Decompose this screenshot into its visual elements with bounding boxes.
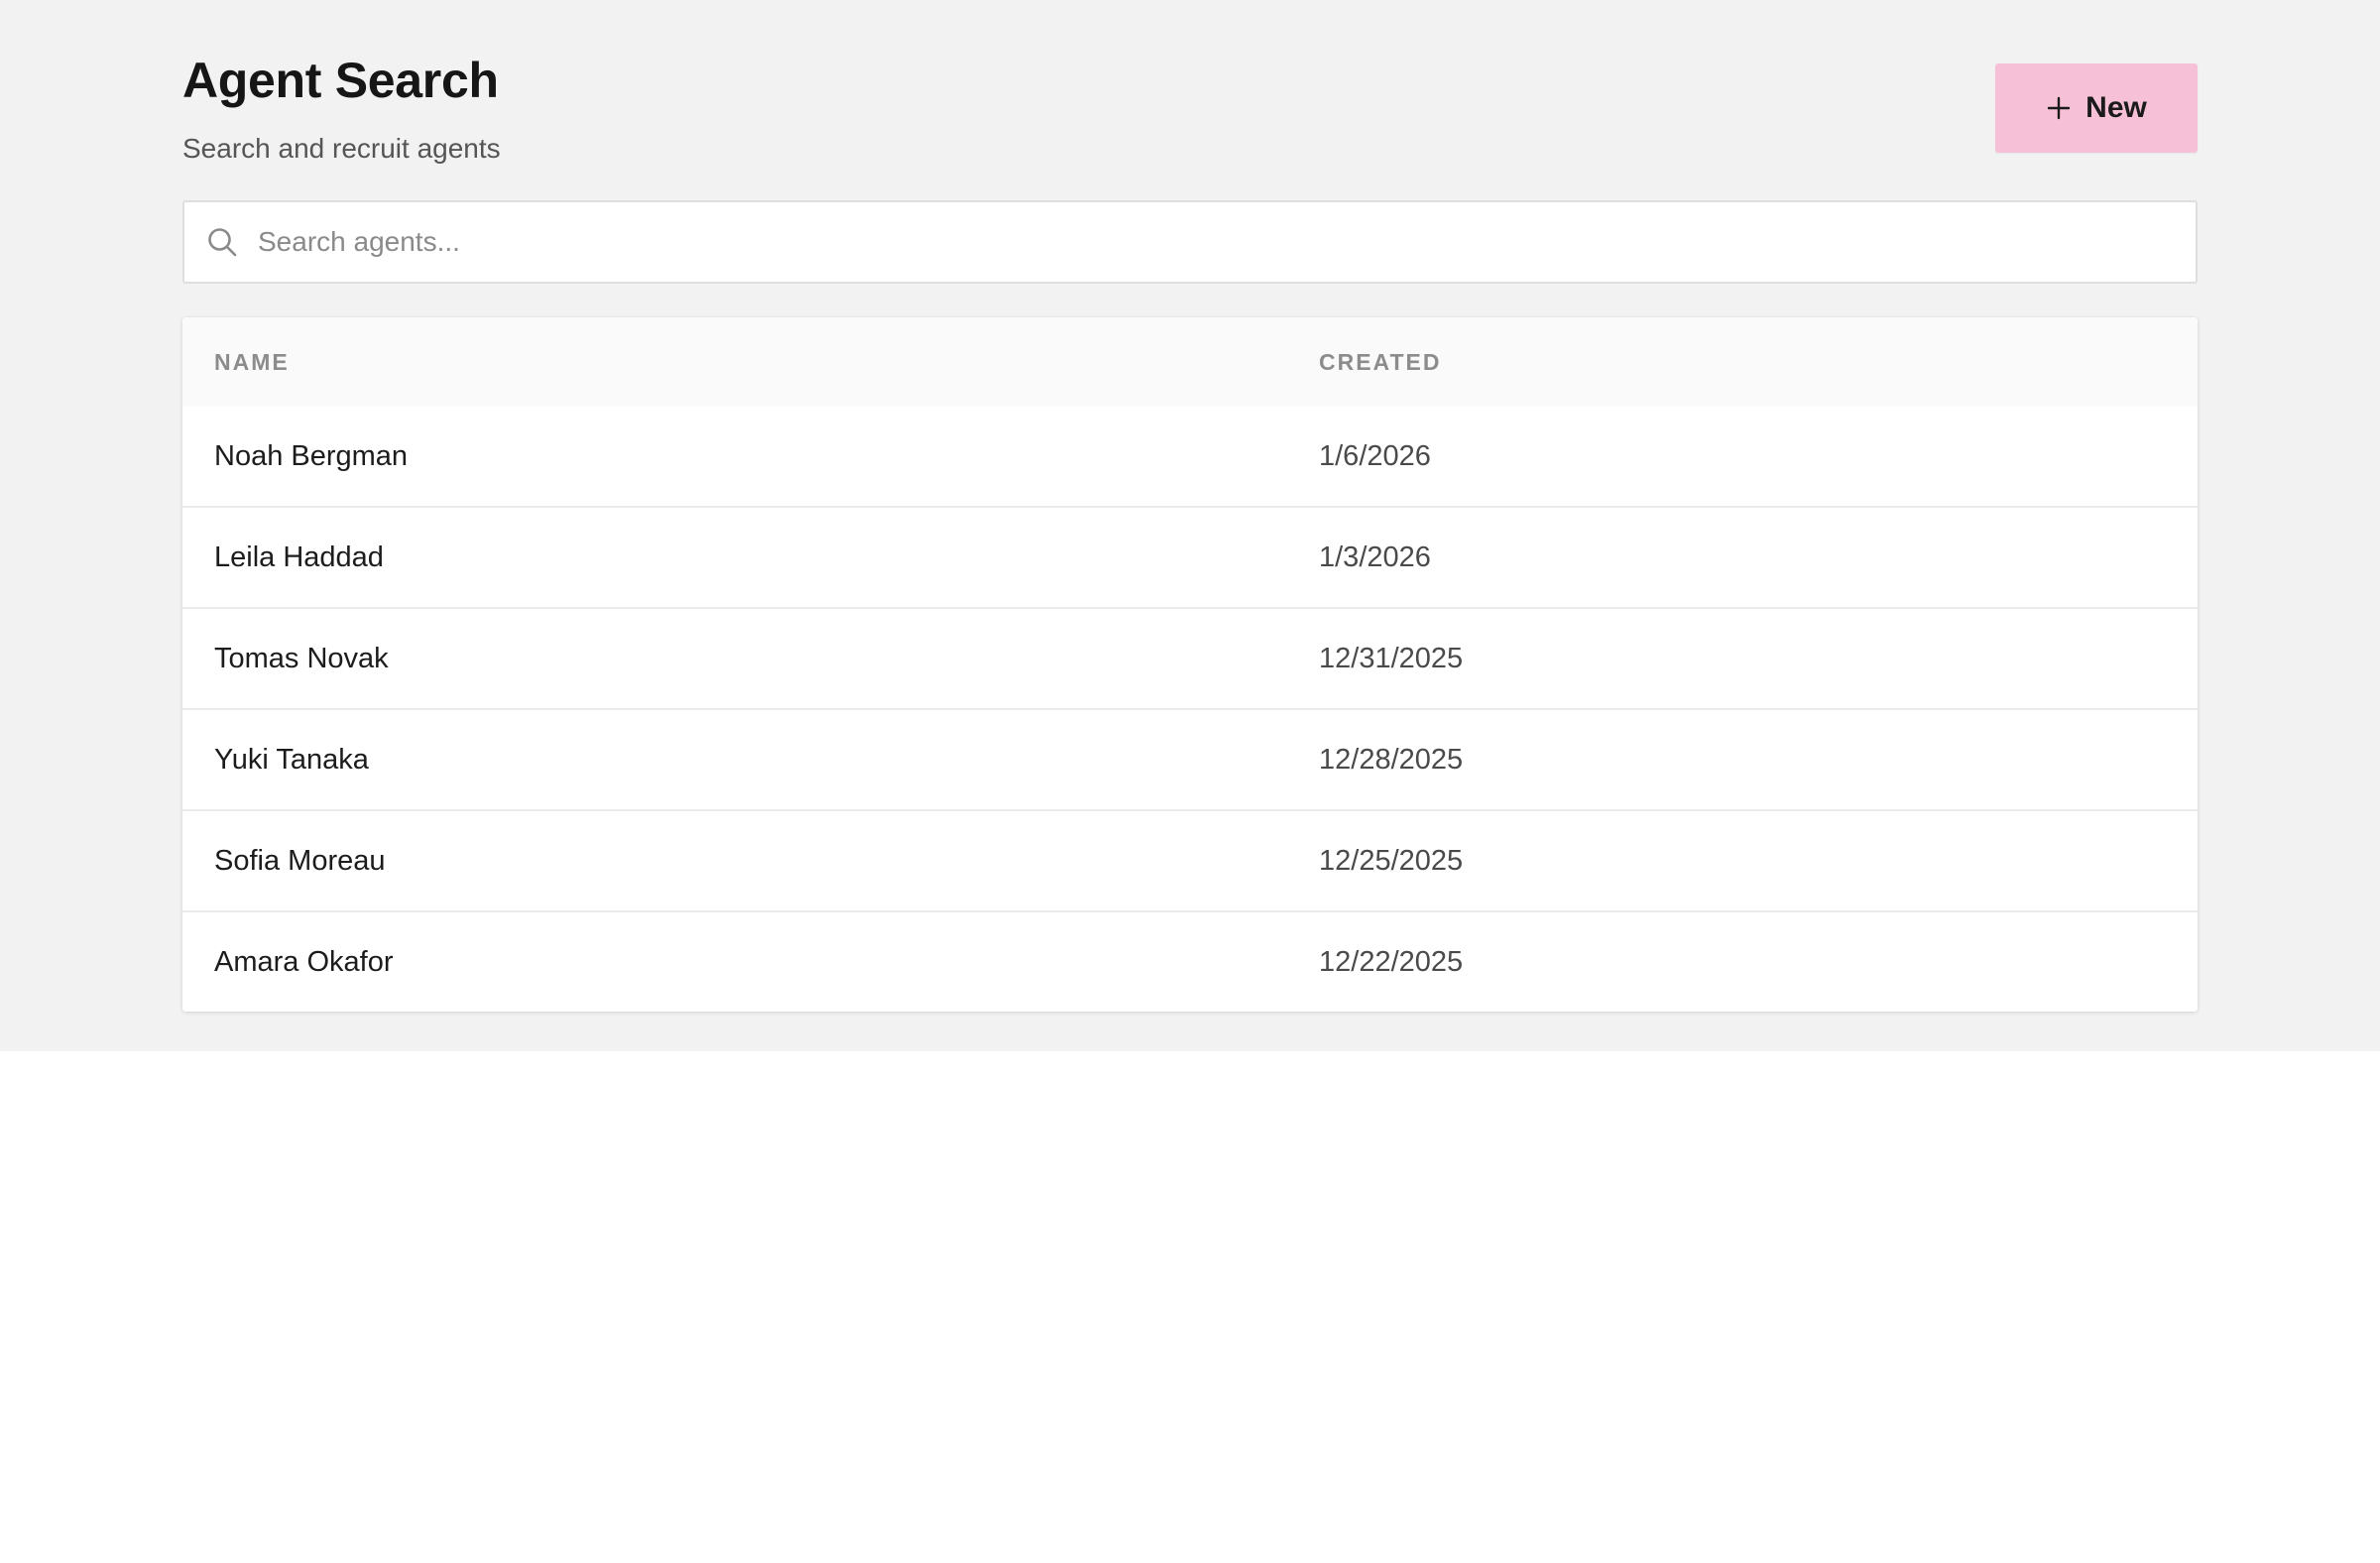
new-button-label: New	[2085, 91, 2147, 124]
agent-created-date: 12/22/2025	[1319, 945, 1464, 978]
agent-name: Amara Okafor	[214, 945, 394, 978]
table-body: Noah Bergman 1/6/2026 Leila Haddad 1/3/2…	[182, 407, 2198, 1012]
search-input[interactable]	[258, 212, 2142, 272]
agent-created-date: 12/28/2025	[1319, 743, 1464, 776]
agent-name: Leila Haddad	[214, 541, 384, 573]
table-row[interactable]: Tomas Novak 12/31/2025	[182, 607, 2198, 708]
agent-name: Yuki Tanaka	[214, 743, 369, 776]
agent-created-date: 1/6/2026	[1319, 439, 1431, 472]
table-row[interactable]: Amara Okafor 12/22/2025	[182, 910, 2198, 1012]
page-header: Agent Search Search and recruit agents N…	[182, 0, 2198, 200]
page-title: Agent Search	[182, 53, 499, 108]
search-icon	[208, 228, 237, 257]
agent-name: Noah Bergman	[214, 439, 409, 472]
agent-name: Sofia Moreau	[214, 844, 386, 877]
agent-created-date: 12/25/2025	[1319, 844, 1464, 877]
column-header-name[interactable]: NAME	[214, 349, 290, 376]
table-row[interactable]: Sofia Moreau 12/25/2025	[182, 809, 2198, 910]
table-row[interactable]: Leila Haddad 1/3/2026	[182, 506, 2198, 607]
table-header: NAME CREATED	[182, 317, 2198, 407]
agent-created-date: 12/31/2025	[1319, 642, 1464, 674]
agents-table: NAME CREATED Noah Bergman 1/6/2026 Leila…	[182, 317, 2198, 1012]
page-subtitle: Search and recruit agents	[182, 133, 501, 164]
main-container: Agent Search Search and recruit agents N…	[182, 0, 2198, 1012]
table-row[interactable]: Noah Bergman 1/6/2026	[182, 407, 2198, 506]
plus-icon	[2047, 96, 2071, 120]
table-row[interactable]: Yuki Tanaka 12/28/2025	[182, 708, 2198, 809]
search-box[interactable]	[182, 200, 2198, 284]
column-header-created[interactable]: CREATED	[1319, 349, 1441, 376]
agent-created-date: 1/3/2026	[1319, 541, 1431, 573]
new-agent-button[interactable]: New	[1995, 63, 2198, 153]
agent-name: Tomas Novak	[214, 642, 389, 674]
